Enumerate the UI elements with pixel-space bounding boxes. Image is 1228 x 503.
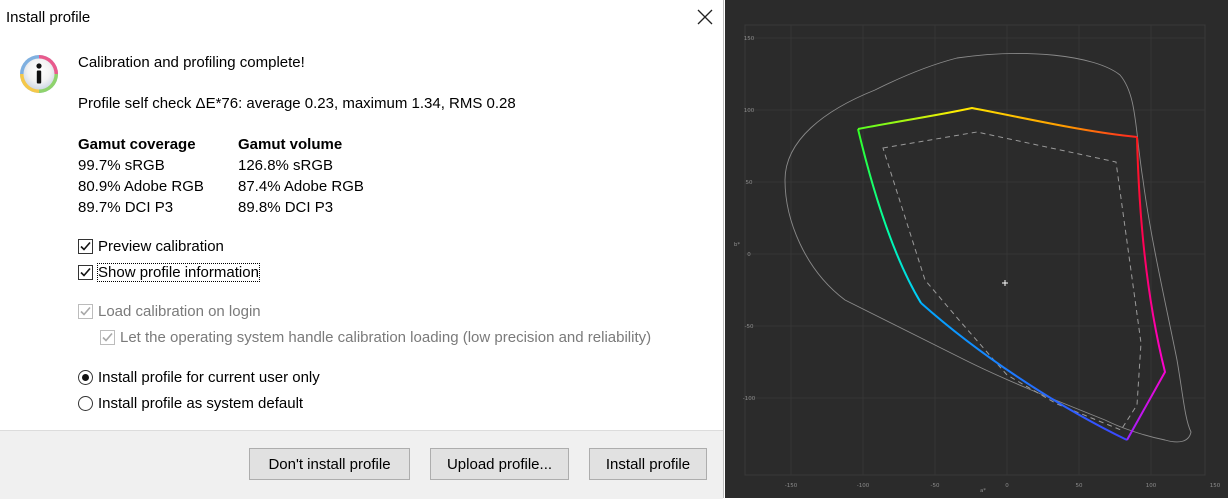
checkmark-icon: [80, 306, 91, 316]
gamut-plot: -150 -100 -50 0 50 100 150 a* 150 100 50…: [725, 0, 1228, 498]
gamut-plot-canvas: -150 -100 -50 0 50 100 150 a* 150 100 50…: [734, 24, 1221, 494]
install-profile-dialog: Install profile Calibration and profilin…: [0, 0, 724, 499]
x-tick-label: -50: [931, 483, 940, 489]
gamut-coverage-header: Gamut coverage: [78, 136, 196, 153]
close-icon: [697, 9, 713, 25]
os-handle-calibration-checkbox[interactable]: Let the operating system handle calibrat…: [100, 329, 651, 346]
dont-install-profile-button[interactable]: Don't install profile: [249, 448, 410, 480]
reference-gamut-dashed: [882, 131, 1142, 431]
upload-profile-button[interactable]: Upload profile...: [430, 448, 569, 480]
radio-circle[interactable]: [78, 396, 93, 411]
install-current-user-label: Install profile for current user only: [98, 369, 320, 386]
load-calibration-label: Load calibration on login: [98, 303, 261, 320]
y-tick-label: 0: [747, 252, 751, 258]
preview-calibration-label: Preview calibration: [98, 238, 224, 255]
install-system-default-radio[interactable]: Install profile as system default: [78, 395, 303, 412]
preview-calibration-checkbox[interactable]: Preview calibration: [78, 238, 224, 255]
checkbox-box[interactable]: [78, 304, 93, 319]
x-tick-label: 100: [1146, 483, 1157, 489]
x-axis-label: a*: [980, 488, 986, 494]
y-tick-label: 150: [744, 36, 755, 42]
y-tick-label: 50: [746, 180, 753, 186]
install-current-user-radio[interactable]: Install profile for current user only: [78, 369, 320, 386]
gamut-top-edge: [857, 106, 1138, 138]
checkmark-icon: [80, 241, 91, 251]
y-tick-label: 100: [744, 108, 755, 114]
install-system-default-label: Install profile as system default: [98, 395, 304, 412]
self-check-result: Profile self check ΔE*76: average 0.23, …: [78, 95, 516, 112]
volume-srgb: 126.8% sRGB: [238, 157, 334, 174]
checkmark-icon: [102, 332, 113, 342]
y-tick-label: -100: [743, 396, 756, 402]
dialog-title: Install profile: [6, 9, 91, 26]
x-tick-label: 50: [1076, 483, 1083, 489]
x-tick-label: -150: [785, 483, 798, 489]
gamut-green-edge: [857, 128, 922, 304]
title-bar: Install profile: [0, 0, 724, 34]
show-profile-information-label: Show profile information: [97, 263, 260, 282]
checkbox-box[interactable]: [78, 239, 93, 254]
checkmark-icon: [80, 267, 91, 277]
x-tick-label: 0: [1005, 483, 1009, 489]
y-tick-label: -50: [745, 324, 754, 330]
volume-adobe-rgb: 87.4% Adobe RGB: [238, 178, 364, 195]
close-button[interactable]: [686, 0, 724, 34]
info-icon: [20, 55, 58, 93]
install-profile-button[interactable]: Install profile: [589, 448, 707, 480]
y-axis-label: b*: [734, 242, 740, 248]
checkbox-box[interactable]: [100, 330, 115, 345]
x-tick-label: 150: [1210, 483, 1221, 489]
gamut-blue-edge: [920, 302, 1128, 441]
x-tick-label: -100: [857, 483, 870, 489]
coverage-adobe-rgb: 80.9% Adobe RGB: [78, 178, 204, 195]
radio-circle[interactable]: [78, 370, 93, 385]
show-profile-information-checkbox[interactable]: Show profile information: [78, 263, 260, 282]
radio-selected-dot: [82, 374, 89, 381]
gamut-volume-header: Gamut volume: [238, 136, 343, 153]
coverage-srgb: 99.7% sRGB: [78, 157, 165, 174]
checkbox-box[interactable]: [78, 265, 93, 280]
coverage-dci-p3: 89.7% DCI P3: [78, 199, 174, 216]
os-handle-calibration-label: Let the operating system handle calibrat…: [120, 329, 652, 346]
plot-grid: [745, 25, 1205, 475]
volume-dci-p3: 89.8% DCI P3: [238, 199, 334, 216]
completion-heading: Calibration and profiling complete!: [78, 54, 305, 71]
load-calibration-checkbox[interactable]: Load calibration on login: [78, 303, 261, 320]
